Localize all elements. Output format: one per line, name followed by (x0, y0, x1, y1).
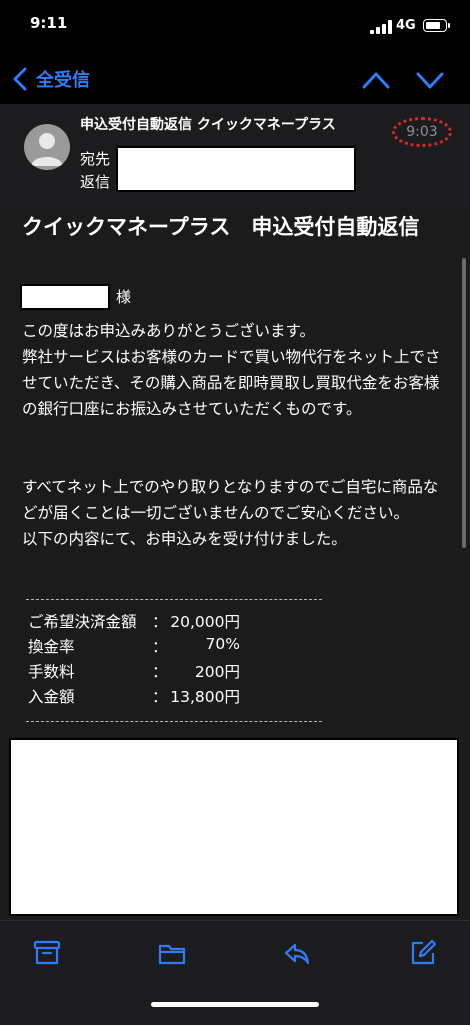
detail-value: 20,000円 (170, 613, 240, 631)
honorific: 様 (116, 288, 132, 306)
divider-bottom (26, 721, 322, 722)
signal-icon (370, 20, 392, 34)
redacted-block (9, 738, 459, 916)
detail-label: 入金額 (28, 688, 75, 706)
reply-to-label: 返信 (80, 173, 111, 191)
network-type: 4G (396, 18, 416, 33)
message-title: クイックマネープラス 申込受付自動返信 (22, 215, 420, 239)
detail-value: 13,800円 (170, 688, 240, 706)
detail-label: 手数料 (28, 663, 75, 681)
compose-icon[interactable] (409, 939, 437, 967)
chevron-left-icon (13, 67, 27, 91)
divider-top (26, 599, 322, 600)
detail-value: 200円 (194, 663, 240, 681)
reply-icon[interactable] (283, 939, 311, 967)
chevron-down-icon[interactable] (415, 66, 445, 94)
status-time: 9:11 (30, 14, 68, 32)
chevron-up-icon[interactable] (361, 66, 391, 94)
avatar (24, 124, 70, 170)
paragraph-intro: この度はお申込みありがとうございます。 弊社サービスはお客様のカードで買い物代行… (22, 322, 441, 418)
status-bar: 9:11 4G (0, 0, 470, 56)
bottom-toolbar (0, 920, 470, 1025)
back-button[interactable]: 全受信 (12, 66, 90, 92)
scrollbar[interactable] (462, 258, 466, 548)
battery-icon (423, 19, 450, 32)
archive-icon[interactable] (33, 939, 61, 967)
detail-label: 換金率 (28, 638, 75, 656)
message-body: クイックマネープラス 申込受付自動返信 様 この度はお申込みありがとうございます… (0, 208, 470, 920)
home-indicator[interactable] (151, 1002, 319, 1007)
detail-label: ご希望決済金額 (28, 613, 137, 631)
nav-bar: 全受信 (0, 56, 470, 104)
message-time-text: 9:03 (406, 124, 438, 140)
person-icon (31, 133, 63, 166)
folder-icon[interactable] (158, 939, 186, 967)
detail-value: 70% (205, 635, 240, 653)
back-label: 全受信 (36, 70, 90, 91)
sender-name: 申込受付自動返信 クイックマネープラス (80, 117, 336, 133)
redacted-recipient (116, 146, 356, 192)
to-label: 宛先 (80, 150, 111, 168)
redacted-name (20, 284, 110, 310)
paragraph-notice: すべてネット上でのやり取りとなりますのでご自宅に商品などが届くことは一切ございま… (22, 478, 439, 548)
message-time: 9:03 (392, 117, 452, 147)
